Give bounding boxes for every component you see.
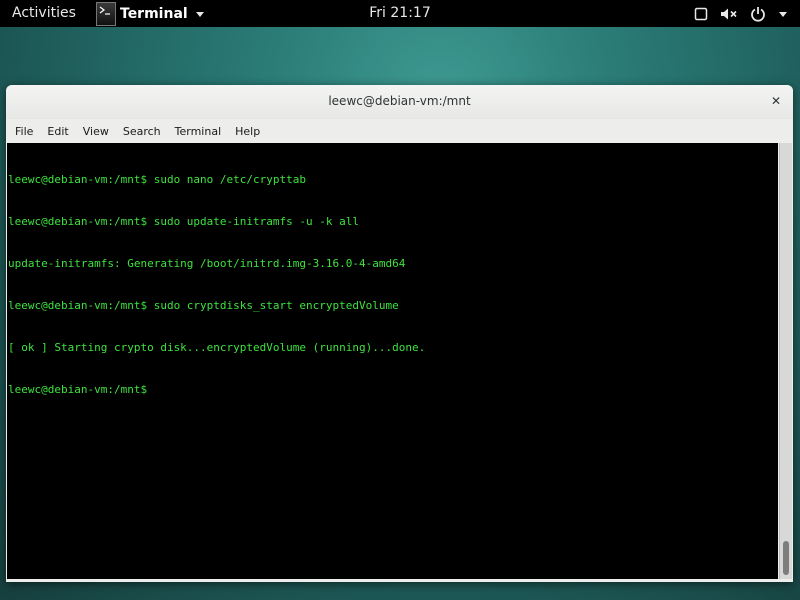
scrollbar-thumb[interactable]: [783, 541, 789, 575]
terminal-line: leewc@debian-vm:/mnt$ sudo cryptdisks_st…: [8, 299, 399, 312]
screen-icon[interactable]: [694, 7, 708, 21]
close-button[interactable]: ✕: [771, 94, 781, 108]
window-titlebar[interactable]: leewc@debian-vm:/mnt ✕: [6, 85, 793, 119]
menu-file[interactable]: File: [8, 125, 40, 138]
terminal-line: [ ok ] Starting crypto disk...encryptedV…: [8, 341, 426, 354]
terminal-prompt-line: leewc@debian-vm:/mnt$: [8, 383, 148, 396]
menu-bar: File Edit View Search Terminal Help: [6, 119, 793, 143]
terminal-scrollbar[interactable]: [779, 143, 792, 579]
terminal-line: leewc@debian-vm:/mnt$ sudo nano /etc/cry…: [8, 173, 307, 186]
menu-view[interactable]: View: [76, 125, 116, 138]
window-title: leewc@debian-vm:/mnt: [328, 94, 471, 108]
menu-search[interactable]: Search: [116, 125, 168, 138]
power-icon[interactable]: [750, 6, 766, 22]
terminal-line: update-initramfs: Generating /boot/initr…: [8, 257, 406, 270]
terminal-line: leewc@debian-vm:/mnt$ sudo update-initra…: [8, 215, 359, 228]
menu-help[interactable]: Help: [228, 125, 267, 138]
terminal-window: leewc@debian-vm:/mnt ✕ File Edit View Se…: [6, 85, 793, 582]
top-bar: Activities Terminal Fri 21:17: [0, 0, 800, 27]
volume-muted-icon[interactable]: [720, 7, 738, 21]
clock[interactable]: Fri 21:17: [0, 5, 800, 21]
menu-terminal[interactable]: Terminal: [168, 125, 229, 138]
system-status-area[interactable]: [694, 0, 788, 27]
menu-edit[interactable]: Edit: [40, 125, 75, 138]
terminal-output[interactable]: leewc@debian-vm:/mnt$ sudo nano /etc/cry…: [7, 143, 778, 579]
chevron-down-icon[interactable]: [778, 10, 788, 18]
